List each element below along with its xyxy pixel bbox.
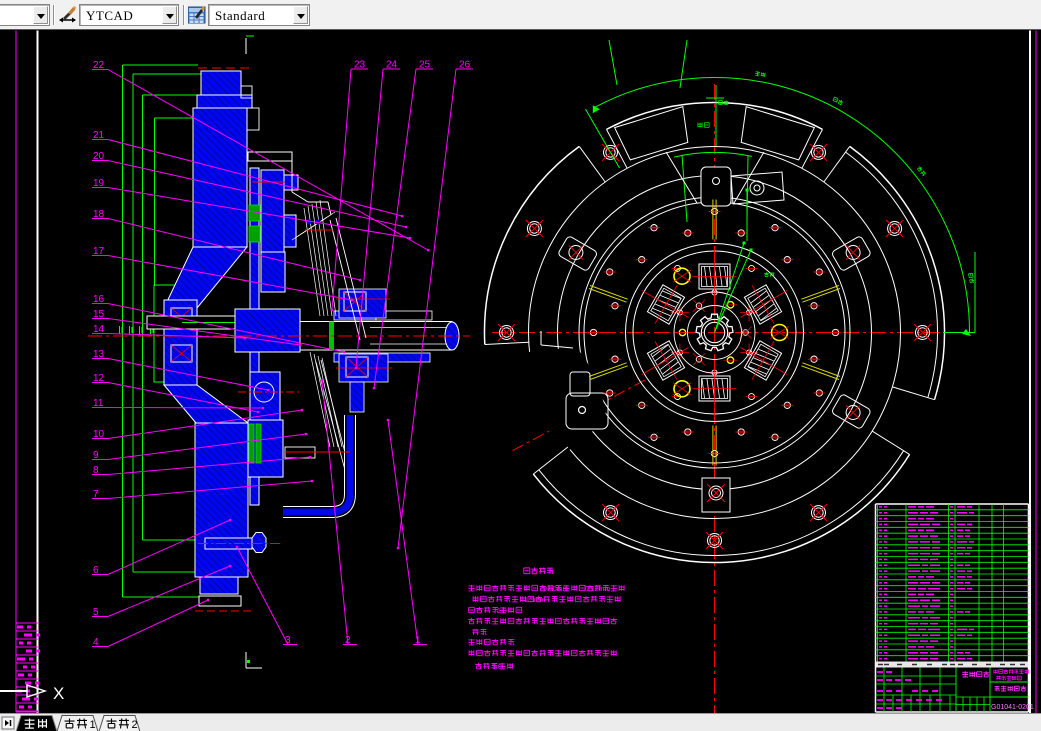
svg-text:1.0: 1.0 [497,608,507,615]
svg-text:G01041-0201: G01041-0201 [991,704,1034,711]
svg-text:X: X [53,684,64,703]
svg-text:1: 1 [90,719,96,731]
svg-text:0.50mm: 0.50mm [543,586,568,593]
svg-text:2: 2 [132,719,138,731]
svg-text:5.0: 5.0 [492,664,502,671]
svg-text:1.5mm: 1.5mm [524,597,546,604]
svg-text:0.12mm: 0.12mm [585,586,610,593]
